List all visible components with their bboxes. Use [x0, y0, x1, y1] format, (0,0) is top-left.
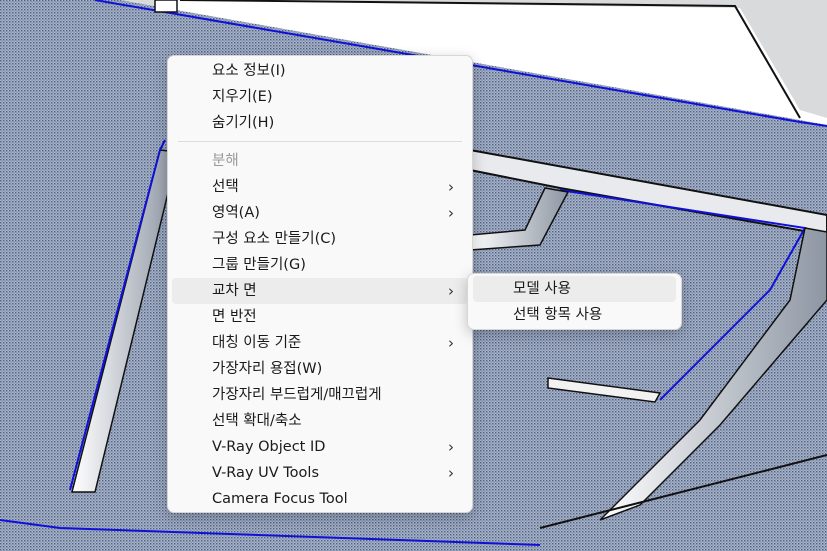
- menu-item-label: 숨기기(H): [212, 115, 275, 131]
- model-post: [154, 0, 178, 13]
- menu-item-label: 영역(A): [212, 205, 260, 221]
- menu-item-11[interactable]: 대칭 이동 기준 ›: [172, 330, 468, 356]
- menu-item-4: 분해: [172, 148, 468, 174]
- menu-item-label: 지우기(E): [212, 89, 273, 105]
- menu-item-label: 그룹 만들기(G): [212, 257, 306, 273]
- menu-item-2[interactable]: 숨기기(H): [172, 110, 468, 136]
- menu-item-label: 선택 확대/축소: [212, 413, 302, 429]
- menu-item-16[interactable]: V-Ray UV Tools ›: [172, 460, 468, 486]
- menu-item-9[interactable]: 교차 면 ›: [172, 278, 468, 304]
- menu-item-label: 분해: [212, 153, 239, 169]
- menu-item-12[interactable]: 가장자리 용접(W): [172, 356, 468, 382]
- chevron-right-icon: ›: [448, 464, 454, 482]
- menu-item-label: V-Ray UV Tools: [212, 465, 319, 481]
- menu-item-10[interactable]: 면 반전: [172, 304, 468, 330]
- menu-item-14[interactable]: 선택 확대/축소: [172, 408, 468, 434]
- menu-item-label: 교차 면: [212, 283, 257, 299]
- chevron-right-icon: ›: [448, 334, 454, 352]
- menu-item-1[interactable]: 지우기(E): [172, 84, 468, 110]
- menu-item-13[interactable]: 가장자리 부드럽게/매끄럽게: [172, 382, 468, 408]
- menu-item-label: V-Ray Object ID: [212, 439, 326, 455]
- chevron-right-icon: ›: [448, 438, 454, 456]
- submenu-item-label: 선택 항목 사용: [513, 307, 603, 323]
- menu-item-label: 가장자리 부드럽게/매끄럽게: [212, 387, 382, 403]
- menu-item-label: 가장자리 용접(W): [212, 361, 323, 377]
- submenu-item-1[interactable]: 선택 항목 사용: [473, 302, 676, 328]
- submenu-item-0[interactable]: 모델 사용: [473, 276, 676, 302]
- menu-item-15[interactable]: V-Ray Object ID ›: [172, 434, 468, 460]
- menu-item-label: 구성 요소 만들기(C): [212, 231, 337, 247]
- menu-item-label: 대칭 이동 기준: [212, 335, 302, 351]
- menu-item-label: 요소 정보(I): [212, 63, 286, 79]
- intersect-faces-submenu: 모델 사용선택 항목 사용: [467, 273, 682, 330]
- submenu-item-label: 모델 사용: [513, 281, 571, 297]
- menu-separator: [178, 141, 462, 142]
- menu-item-label: 선택: [212, 179, 239, 195]
- chevron-right-icon: ›: [448, 204, 454, 222]
- menu-item-5[interactable]: 선택 ›: [172, 174, 468, 200]
- chevron-right-icon: ›: [448, 282, 454, 300]
- menu-item-label: 면 반전: [212, 309, 257, 325]
- context-menu: 요소 정보(I) 지우기(E) 숨기기(H) 분해선택 › 영역(A) › 구성 요소 만들기…: [167, 55, 473, 513]
- menu-item-6[interactable]: 영역(A) ›: [172, 200, 468, 226]
- menu-item-8[interactable]: 그룹 만들기(G): [172, 252, 468, 278]
- chevron-right-icon: ›: [448, 178, 454, 196]
- menu-item-label: Camera Focus Tool: [212, 491, 348, 507]
- menu-item-0[interactable]: 요소 정보(I): [172, 58, 468, 84]
- menu-item-7[interactable]: 구성 요소 만들기(C): [172, 226, 468, 252]
- menu-item-17[interactable]: Camera Focus Tool: [172, 486, 468, 512]
